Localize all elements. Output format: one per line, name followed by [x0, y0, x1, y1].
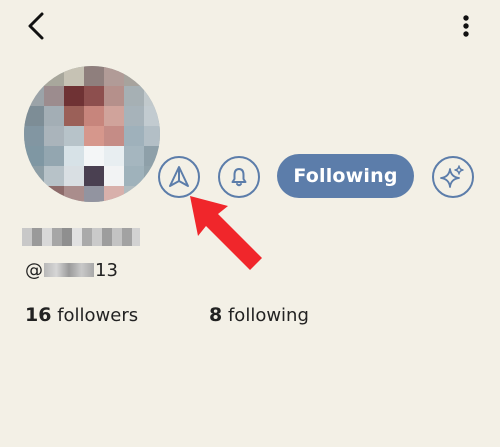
following-link[interactable]: 8 following — [209, 304, 309, 326]
following-label: following — [227, 305, 309, 326]
paper-plane-icon — [169, 166, 189, 187]
username-suffix: 13 — [95, 259, 118, 281]
username-redacted — [44, 263, 94, 277]
following-button-label: Following — [293, 165, 398, 187]
arrow-left-icon — [28, 12, 44, 40]
back-button[interactable] — [22, 10, 52, 44]
followers-label: followers — [57, 305, 139, 326]
username: @ 13 — [25, 258, 118, 282]
bell-icon — [231, 168, 247, 187]
sparkles-icon — [440, 165, 464, 188]
username-prefix: @ — [25, 259, 43, 281]
followers-link[interactable]: 16 followers — [25, 304, 138, 326]
more-options-button[interactable] — [456, 12, 476, 42]
following-button[interactable]: Following — [277, 154, 414, 198]
vertical-dots-icon — [463, 15, 469, 37]
avatar-image — [24, 66, 160, 202]
followers-count: 16 — [25, 304, 52, 326]
annotation-arrow-icon — [190, 196, 262, 270]
following-count: 8 — [209, 304, 223, 326]
avatar[interactable] — [24, 66, 160, 202]
sparkle-button[interactable] — [432, 156, 474, 198]
display-name-redacted — [22, 228, 140, 246]
